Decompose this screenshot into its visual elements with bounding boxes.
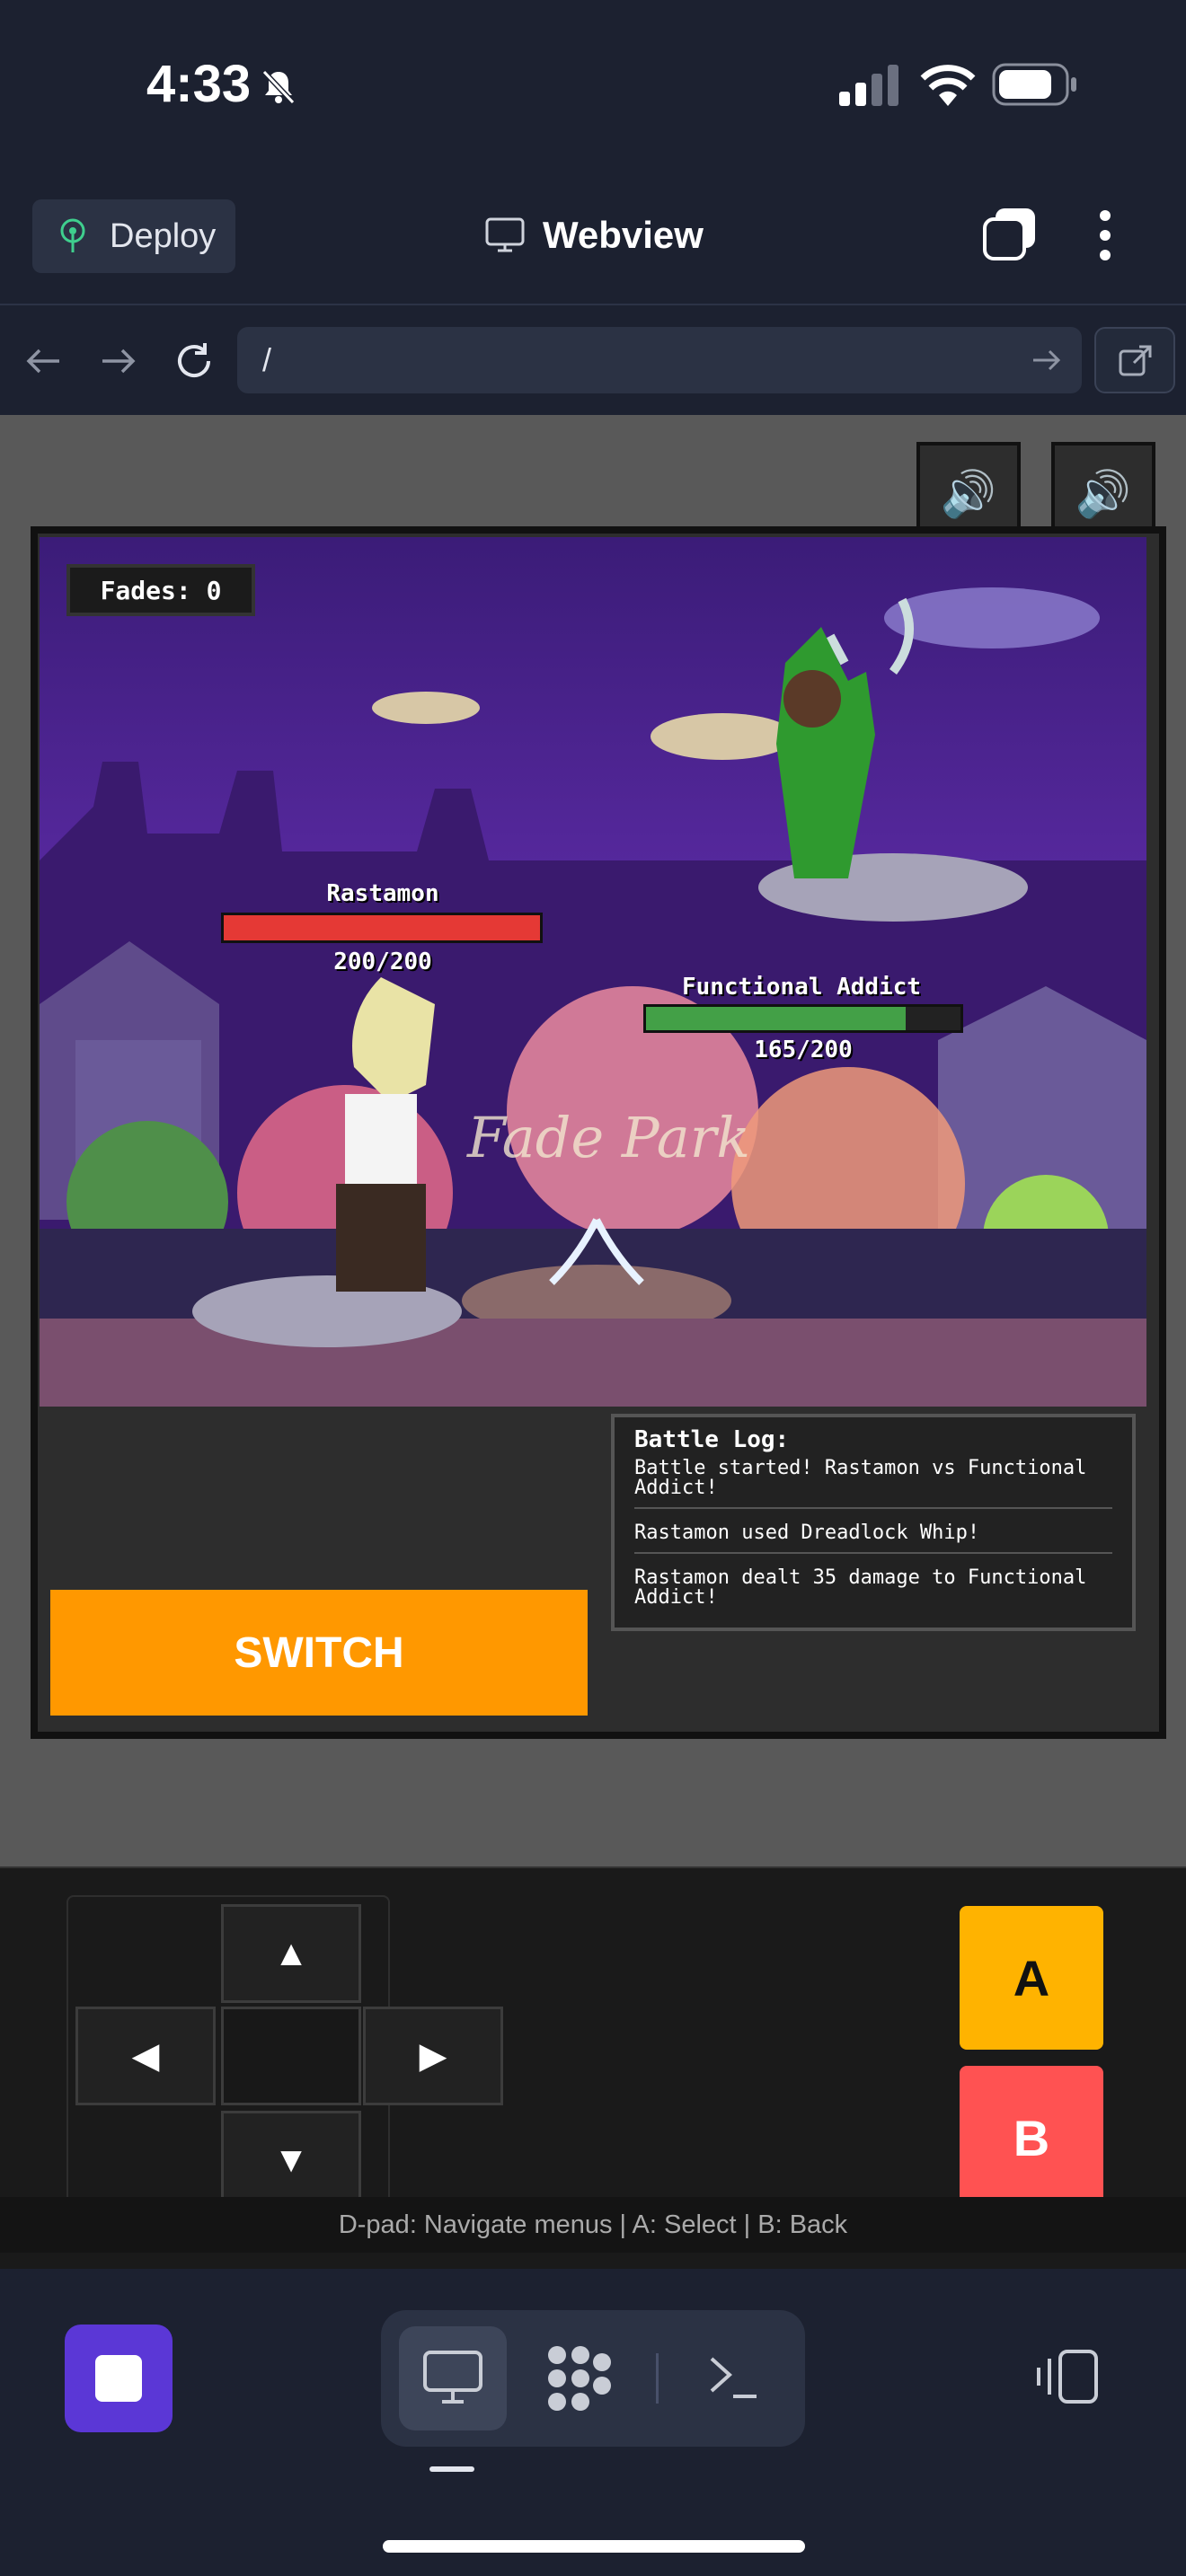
- player-hp-text: 200/200: [333, 948, 432, 975]
- status-time: 4:33: [146, 55, 252, 113]
- monitor-icon: [423, 2351, 482, 2404]
- enemy-hp-bar: [643, 1004, 963, 1033]
- external-link-icon: [1119, 345, 1152, 376]
- battle-scene: [40, 537, 1146, 1407]
- dpad-left-button[interactable]: ◀: [75, 2007, 216, 2105]
- dpad-center: [221, 2007, 361, 2105]
- dpad-down-button[interactable]: ▼: [221, 2111, 361, 2210]
- bell-muted-icon: [261, 69, 296, 105]
- webview-title: Webview: [543, 214, 704, 256]
- url-text: /: [262, 341, 272, 378]
- switch-button[interactable]: SWITCH: [50, 1590, 588, 1716]
- enemy-hp-fill: [646, 1007, 906, 1030]
- player-hp-fill: [224, 915, 540, 940]
- segment-divider: [656, 2353, 659, 2404]
- a-button[interactable]: A: [960, 1906, 1103, 2050]
- tab-indicator: [429, 2466, 474, 2472]
- battle-log-entry: Battle started! Rastamon vs Functional A…: [634, 1455, 1112, 1509]
- controls-hint: D-pad: Navigate menus | A: Select | B: B…: [0, 2197, 1186, 2253]
- device-rotate-icon[interactable]: [1033, 2348, 1102, 2405]
- battle-log: Battle Log: Battle started! Rastamon vs …: [611, 1414, 1136, 1631]
- forward-icon[interactable]: [99, 343, 138, 379]
- go-arrow-icon[interactable]: [1031, 347, 1062, 374]
- webview-tab-title[interactable]: Webview: [485, 208, 704, 262]
- monitor-icon: [485, 217, 525, 252]
- fades-counter: Fades: 0: [66, 564, 255, 616]
- battle-log-entry: Rastamon used Dreadlock Whip!: [634, 1520, 1112, 1554]
- enemy-name: Functional Addict: [681, 974, 922, 1001]
- back-icon[interactable]: [23, 343, 63, 379]
- b-button[interactable]: B: [960, 2066, 1103, 2210]
- wifi-icon: [920, 65, 976, 106]
- terminal-icon[interactable]: [706, 2350, 760, 2404]
- home-indicator: [383, 2540, 805, 2553]
- speaker-icon: 🔊: [1075, 468, 1132, 519]
- battery-icon: [992, 63, 1076, 106]
- fade-park-sign: Fade Park: [467, 1105, 750, 1170]
- more-menu-icon[interactable]: [1096, 208, 1114, 262]
- fade-park-background: [40, 587, 1146, 1407]
- player-name: Rastamon: [326, 880, 439, 907]
- battle-log-title: Battle Log:: [634, 1426, 790, 1453]
- stop-icon: [95, 2355, 142, 2402]
- stop-button[interactable]: [65, 2325, 173, 2432]
- battle-log-entry: Rastamon dealt 35 damage to Functional A…: [634, 1566, 1087, 1609]
- deploy-label: Deploy: [110, 216, 217, 255]
- speaker-icon: 🔊: [940, 468, 997, 519]
- dpad-right-button[interactable]: ▶: [363, 2007, 503, 2105]
- dpad-up-button[interactable]: ▲: [221, 1904, 361, 2003]
- reload-icon[interactable]: [173, 340, 216, 383]
- tabs-icon[interactable]: [981, 205, 1040, 264]
- grid-apps-icon[interactable]: [544, 2344, 615, 2413]
- deploy-button[interactable]: Deploy: [32, 199, 235, 273]
- url-input[interactable]: /: [237, 327, 1082, 393]
- deploy-icon: [60, 218, 85, 252]
- player-hp-bar: [221, 913, 543, 943]
- open-external-button[interactable]: [1094, 327, 1175, 393]
- enemy-hp-text: 165/200: [754, 1037, 853, 1063]
- cellular-signal-icon: [839, 65, 898, 106]
